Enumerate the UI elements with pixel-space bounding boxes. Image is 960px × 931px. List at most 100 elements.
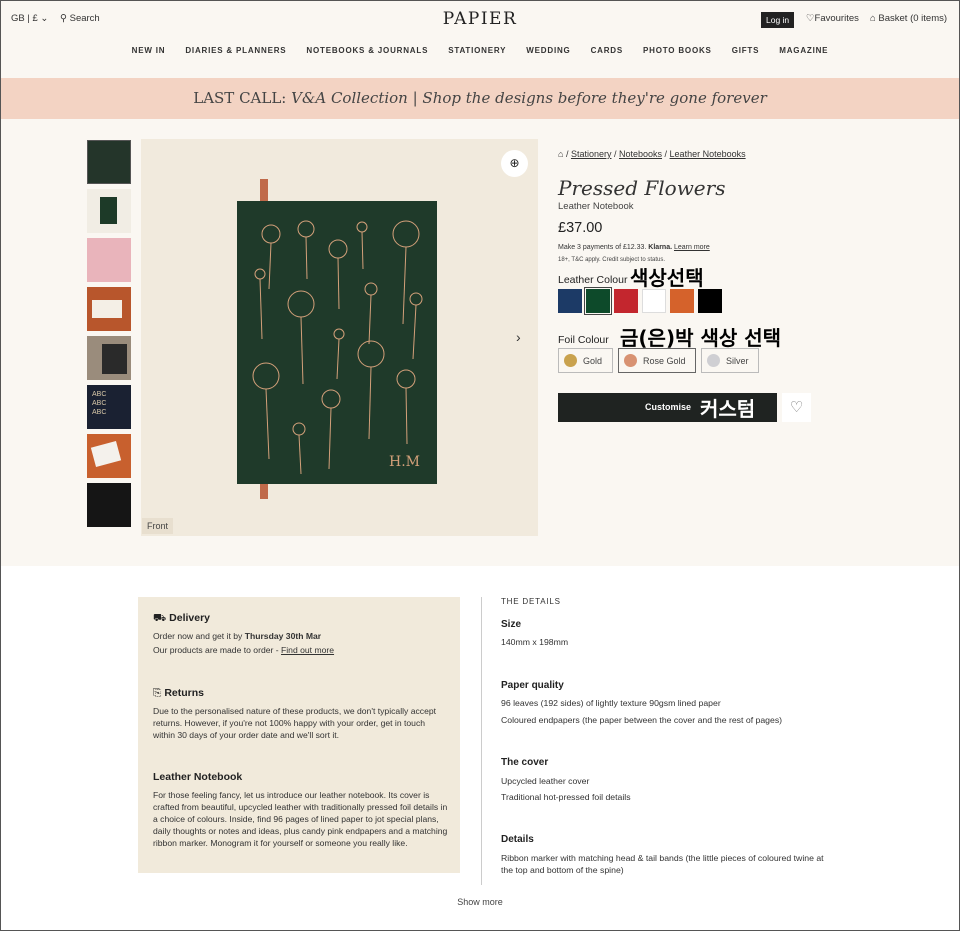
- foil-colour-label: Foil Colour: [558, 334, 609, 346]
- locale-label: GB | £: [11, 13, 38, 24]
- favourites-link[interactable]: ♡Favourites: [806, 13, 859, 24]
- notebook-illustration: H.M: [237, 179, 437, 499]
- favourites-label: Favourites: [814, 13, 859, 24]
- foil-label-rose-gold: Rose Gold: [643, 355, 686, 366]
- truck-icon: ⛟: [153, 612, 167, 624]
- thumbnail-2[interactable]: [87, 189, 131, 233]
- breadcrumb-notebooks[interactable]: Notebooks: [619, 149, 662, 159]
- annotation-custom: 커스텀: [700, 397, 756, 421]
- thumbnail-5[interactable]: [87, 336, 131, 380]
- home-icon[interactable]: ⌂: [558, 149, 563, 159]
- login-button[interactable]: Log in: [761, 12, 795, 28]
- main-nav: NEW IN DIARIES & PLANNERS NOTEBOOKS & JO…: [1, 46, 959, 55]
- product-price: £37.00: [558, 220, 603, 236]
- klarna-info: Make 3 payments of £12.33. Klarna. Learn…: [558, 244, 710, 251]
- klarna-text: Make 3 payments of £12.33.: [558, 244, 647, 251]
- cover-title: The cover: [501, 757, 549, 768]
- swatch-green[interactable]: [584, 287, 612, 315]
- product-title: Pressed Flowers: [558, 176, 726, 200]
- nav-item-notebooks[interactable]: NOTEBOOKS & JOURNALS: [306, 46, 428, 55]
- paper-title: Paper quality: [501, 680, 564, 691]
- returns-text: Due to the personalised nature of these …: [153, 706, 437, 740]
- image-label: Front: [142, 518, 174, 534]
- monogram-text: H.M: [389, 454, 420, 470]
- delivery-line2-text: Our products are made to order -: [153, 645, 282, 655]
- thumbnail-7[interactable]: [87, 434, 131, 478]
- thumbnail-page-shape: [92, 300, 122, 318]
- delivery-line1-text: Order now and get it by: [153, 631, 245, 641]
- thumbnail-8[interactable]: [87, 483, 131, 527]
- thumbnail-6[interactable]: ABC ABC ABC: [87, 385, 131, 429]
- annotation-colour-select: 색상선택: [630, 266, 704, 290]
- notebook-heading: Leather Notebook: [153, 771, 242, 783]
- search-label: Search: [69, 13, 100, 24]
- nav-item-cards[interactable]: CARDS: [591, 46, 623, 55]
- favourite-heart-icon[interactable]: ♡: [782, 393, 811, 422]
- swatch-black[interactable]: [698, 289, 722, 313]
- heart-icon: ♡: [806, 13, 815, 24]
- search-icon: ⚲: [60, 13, 67, 24]
- foil-option-rose-gold[interactable]: Rose Gold: [618, 348, 696, 373]
- paper-text-2: Coloured endpapers (the paper between th…: [501, 715, 783, 725]
- chevron-right-icon[interactable]: ›: [516, 329, 521, 345]
- foil-dot-rose-gold: [624, 354, 637, 367]
- promo-banner[interactable]: LAST CALL: V&A Collection | Shop the des…: [1, 78, 959, 119]
- site-header: GB | £ ⌄ ⚲ Search PAPIER Log in ♡Favouri…: [1, 1, 959, 78]
- product-main-image[interactable]: H.M: [141, 139, 538, 536]
- divider: [481, 597, 482, 885]
- swatch-white[interactable]: [642, 289, 666, 313]
- nav-item-gifts[interactable]: GIFTS: [732, 46, 760, 55]
- search-button[interactable]: ⚲ Search: [60, 13, 100, 24]
- basket-label: Basket (0 items): [878, 13, 948, 24]
- swatch-orange[interactable]: [670, 289, 694, 313]
- nav-item-new-in[interactable]: NEW IN: [132, 46, 166, 55]
- details-heading: THE DETAILS: [501, 597, 561, 606]
- cover-text-2: Traditional hot-pressed foil details: [501, 792, 631, 802]
- returns-icon: ⎘: [153, 687, 162, 699]
- banner-lead: LAST CALL:: [193, 89, 287, 107]
- nav-item-stationery[interactable]: STATIONERY: [448, 46, 506, 55]
- notebook-text: For those feeling fancy, let us introduc…: [153, 790, 448, 848]
- zoom-icon[interactable]: ⊕: [501, 150, 528, 177]
- breadcrumb-stationery[interactable]: Stationery: [571, 149, 612, 159]
- annotation-foil-select: 금(은)박 색상 선택: [620, 326, 782, 350]
- nav-item-magazine[interactable]: MAGAZINE: [779, 46, 828, 55]
- delivery-line-1: Order now and get it by Thursday 30th Ma…: [153, 630, 321, 642]
- details-text: Ribbon marker with matching head & tail …: [501, 853, 824, 875]
- breadcrumb: ⌂ / Stationery / Notebooks / Leather Not…: [558, 149, 746, 159]
- thumbnail-notebook-shape: [100, 197, 117, 224]
- show-more-button[interactable]: Show more: [1, 897, 959, 907]
- foil-option-gold[interactable]: Gold: [558, 348, 613, 373]
- cover-text-1: Upcycled leather cover: [501, 776, 590, 786]
- delivery-title: Delivery: [169, 612, 211, 624]
- foil-dot-gold: [564, 354, 577, 367]
- basket-link[interactable]: ⌂ Basket (0 items): [870, 13, 947, 24]
- swatch-red[interactable]: [614, 289, 638, 313]
- nav-item-photo-books[interactable]: PHOTO BOOKS: [643, 46, 712, 55]
- delivery-heading: ⛟ Delivery: [153, 612, 210, 626]
- klarna-brand: Klarna.: [648, 244, 673, 251]
- klarna-learn-more-link[interactable]: Learn more: [674, 244, 710, 251]
- delivery-line-2: Our products are made to order - Find ou…: [153, 644, 334, 656]
- paper-text-1: 96 leaves (192 sides) of lightly texture…: [501, 698, 721, 708]
- chevron-down-icon: ⌄: [40, 13, 49, 24]
- size-title: Size: [501, 619, 522, 630]
- thumbnail-3[interactable]: [87, 238, 131, 282]
- bag-icon: ⌂: [870, 13, 876, 24]
- delivery-date: Thursday 30th Mar: [244, 631, 322, 641]
- swatch-navy[interactable]: [558, 289, 582, 313]
- thumbnail-open-shape: [90, 440, 122, 468]
- nav-item-diaries[interactable]: DIARIES & PLANNERS: [185, 46, 286, 55]
- leather-colour-label: Leather Colour: [558, 274, 628, 286]
- size-text: 140mm x 198mm: [501, 637, 569, 647]
- nav-item-wedding[interactable]: WEDDING: [526, 46, 570, 55]
- banner-text: V&A Collection | Shop the designs before…: [291, 89, 767, 107]
- thumbnail-4[interactable]: [87, 287, 131, 331]
- foil-option-silver[interactable]: Silver: [701, 348, 759, 373]
- thumbnail-1[interactable]: [87, 140, 131, 184]
- details-title: Details: [501, 834, 534, 845]
- breadcrumb-leather-notebooks[interactable]: Leather Notebooks: [670, 149, 746, 159]
- foil-label-silver: Silver: [726, 355, 749, 366]
- locale-selector[interactable]: GB | £ ⌄: [11, 13, 48, 24]
- find-out-more-link[interactable]: Find out more: [281, 645, 334, 655]
